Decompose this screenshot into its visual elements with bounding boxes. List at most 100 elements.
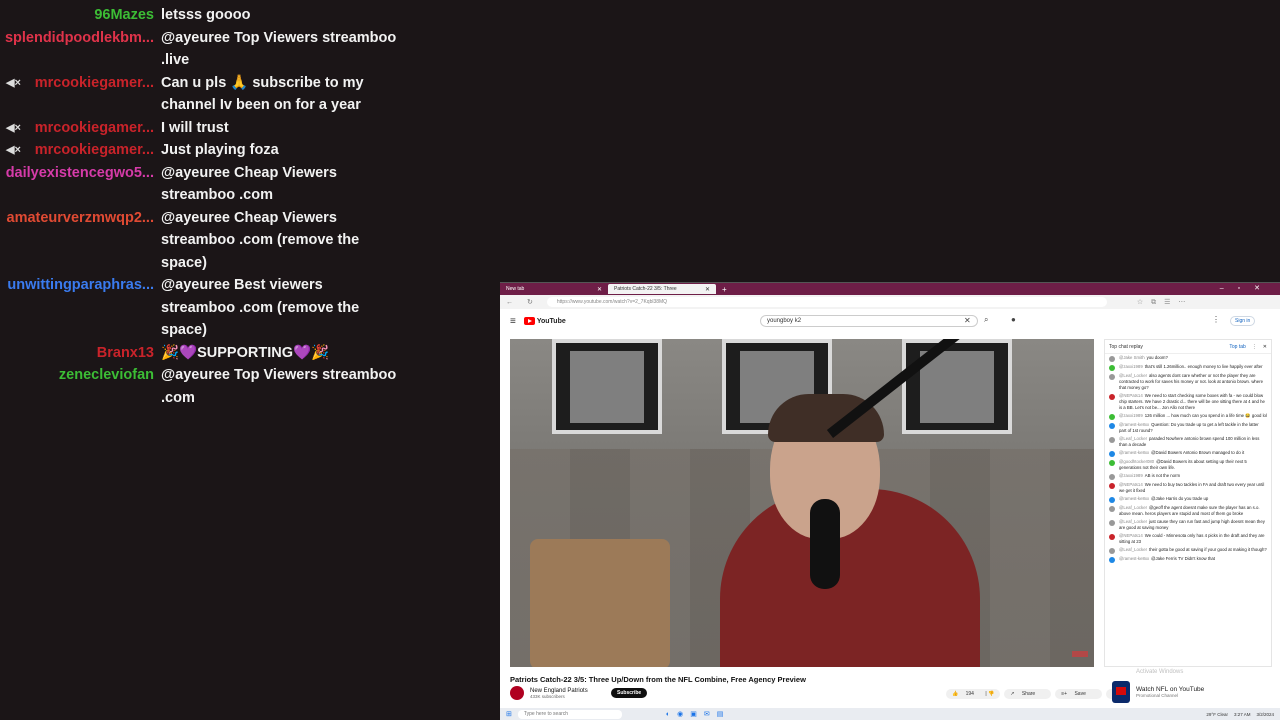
live-chat-username: @ramest-ke8xx [1119, 496, 1150, 501]
chat-avatar[interactable] [1109, 506, 1115, 512]
live-chat-body: @NEPats14 We need to buy two tackles in F… [1119, 482, 1267, 494]
chat-avatar[interactable] [1109, 474, 1115, 480]
username-text: splendidpoodlekbm... [4, 29, 154, 46]
menu-icon[interactable]: ≡ [510, 316, 516, 327]
live-chat-body: @Jake Smith you doom? [1119, 355, 1168, 362]
chat-avatar[interactable] [1109, 437, 1115, 443]
video-title: Patriots Catch-22 3/5: Three Up/Down fro… [510, 675, 806, 684]
sign-in-button[interactable]: Sign in [1230, 316, 1256, 326]
tab-youtube[interactable]: Patriots Catch-22 3/5: Three ✕ [608, 284, 716, 294]
chat-avatar[interactable] [1109, 423, 1115, 429]
taskbar-apps[interactable]: ◐◉▣✉▤ [666, 710, 730, 718]
close-icon[interactable]: ✕ [705, 286, 710, 293]
live-chat-username: @zaxxi1989 [1119, 413, 1143, 418]
like-button[interactable]: 👍 194 | 👎 [946, 689, 1001, 699]
new-tab-icon[interactable]: + [722, 285, 727, 294]
taskbar-search-input[interactable]: Type here to search [517, 709, 622, 719]
tab-label: New tab [506, 286, 525, 292]
channel-avatar[interactable] [510, 686, 524, 700]
search-icon[interactable]: ⌕ [984, 315, 988, 325]
chat-avatar[interactable] [1109, 365, 1115, 371]
live-chat-text: @Jake Ferris TV Didn't know that [1151, 556, 1216, 561]
live-chat-message: @Leaf_Locker their gotta be good at savin… [1105, 546, 1271, 555]
chat-text: @ayeuree Cheap Viewers streamboo .com (r… [161, 209, 360, 271]
back-icon[interactable]: ← [506, 299, 513, 306]
close-icon[interactable]: ✕ [597, 286, 602, 293]
jersey-frame [552, 339, 662, 434]
mic-icon[interactable]: ● [1011, 315, 1016, 324]
chat-username[interactable]: splendidpoodlekbm... [0, 27, 161, 72]
chat-avatar[interactable] [1109, 548, 1115, 554]
channel-name[interactable]: New England Patriots [530, 688, 588, 694]
live-chat-message: @zaxxi1989 126 million ... how much can y… [1105, 412, 1271, 421]
chat-message: zenecleviofan @ayeuree Top Viewers stream… [0, 364, 400, 409]
chat-mode-dropdown[interactable]: Top chat replay [1109, 344, 1143, 350]
promo-card[interactable]: Watch NFL on YouTube Promotional Channel [1112, 681, 1204, 703]
live-chat-body: @Leaf_Locker just cause they can run fast… [1119, 519, 1267, 531]
chat-avatar[interactable] [1109, 356, 1115, 362]
chat-username[interactable]: ◀× mrcookiegamer... [0, 72, 161, 117]
share-button[interactable]: ↗ Share [1004, 689, 1052, 699]
chat-username[interactable]: ◀× mrcookiegamer... [0, 139, 161, 162]
top-tab-toggle[interactable]: Top tab [1229, 344, 1245, 350]
browser-toolbar-icons[interactable]: ☆⧉☰⋯ [1137, 298, 1194, 307]
muted-speaker-icon: ◀× [6, 76, 21, 89]
chat-username[interactable]: zenecleviofan [0, 364, 161, 409]
chat-username[interactable]: 96Mazes [0, 4, 161, 27]
chat-avatar[interactable] [1109, 460, 1115, 466]
save-label: Save [1068, 689, 1092, 699]
windows-start-icon[interactable]: ⊞ [506, 710, 512, 718]
live-chat-body: @zaxxi1989 that's still 1.26million.. eno… [1119, 364, 1263, 371]
chat-message: Branx13 🎉💜SUPPORTING💜🎉 [0, 342, 400, 365]
chat-text: Just playing foza [161, 142, 279, 158]
live-chat-username: @Leaf_Locker [1119, 436, 1148, 441]
chat-username[interactable]: unwittingparaphras... [0, 274, 161, 342]
search-input[interactable]: youngboy k2 [760, 315, 978, 327]
live-chat-message: @zaxxi1989 AB is not the norm [1105, 472, 1271, 481]
chat-username[interactable]: Branx13 [0, 342, 161, 365]
refresh-icon[interactable]: ↻ [527, 298, 533, 306]
chair [530, 539, 670, 667]
chat-avatar[interactable] [1109, 374, 1115, 380]
more-icon[interactable]: ⋮ [1212, 315, 1220, 324]
system-tray: 29°F Clear 3:27 AM 3/2/2024 [1206, 712, 1274, 717]
chat-avatar[interactable] [1109, 414, 1115, 420]
video-actions: 👍 194 | 👎 ↗ Share ≡+ Save ⋯ [946, 689, 1127, 699]
chat-username[interactable]: amateurverzmwqp2... [0, 207, 161, 275]
live-chat-username: @NEPats14 [1119, 482, 1143, 487]
screen: 96Mazes letsss goooo splendidpoodlekbm... @… [0, 0, 1280, 720]
chat-avatar[interactable] [1109, 497, 1115, 503]
chat-username[interactable]: dailyexistencegwo5... [0, 162, 161, 207]
chat-text: I will trust [161, 119, 229, 136]
chat-text: @ayeuree Cheap Viewers streamboo .com [161, 164, 337, 204]
live-chat-username: @Leaf_Locker [1119, 519, 1148, 524]
clock-time: 3:27 AM [1233, 711, 1251, 717]
chat-overlay: 96Mazes letsss goooo splendidpoodlekbm... @… [0, 4, 400, 409]
chat-avatar[interactable] [1109, 557, 1115, 563]
chat-avatar[interactable] [1109, 394, 1115, 400]
chat-avatar[interactable] [1109, 520, 1115, 526]
url-input[interactable]: https://www.youtube.com/watch?v=2_7Kqbl3… [546, 297, 1107, 307]
username-text: zenecleviofan [58, 367, 154, 383]
chat-message: amateurverzmwqp2... @ayeuree Cheap Viewer… [0, 207, 400, 275]
username-text: amateurverzmwqp2... [6, 209, 154, 226]
window-controls[interactable]: –▫✕ [1220, 284, 1274, 292]
chat-username[interactable]: ◀× mrcookiegamer... [0, 117, 161, 140]
clear-icon[interactable]: ✕ [964, 316, 971, 325]
save-button[interactable]: ≡+ Save [1055, 689, 1102, 699]
taskbar: ⊞ Type here to search ◐◉▣✉▤ 29°F Clear 3… [500, 708, 1280, 720]
chat-avatar[interactable] [1109, 451, 1115, 457]
live-chat-body: @NEPats14 We could - Minnesota only has 4… [1119, 533, 1267, 545]
chat-text: @ayeuree Top Viewers streamboo .live [161, 29, 397, 69]
youtube-logo[interactable]: YouTube [523, 317, 566, 325]
more-icon[interactable]: ⋮ [1252, 344, 1257, 350]
live-chat-body: @Leaf_Locker their gotta be good at savin… [1119, 547, 1267, 554]
live-chat-message: @ramest-ke8xx @Jake Harris do you trade u… [1105, 495, 1271, 504]
subscribe-button[interactable]: Subscribe [611, 688, 648, 698]
chat-avatar[interactable] [1109, 483, 1115, 489]
video-player[interactable] [510, 339, 1094, 667]
close-icon[interactable]: ✕ [1263, 344, 1267, 350]
tab-new-tab[interactable]: New tab ✕ [500, 284, 608, 294]
live-chat-message: @ramest-ke8xx @David Bowers Antonio Brown… [1105, 449, 1271, 458]
chat-avatar[interactable] [1109, 534, 1115, 540]
